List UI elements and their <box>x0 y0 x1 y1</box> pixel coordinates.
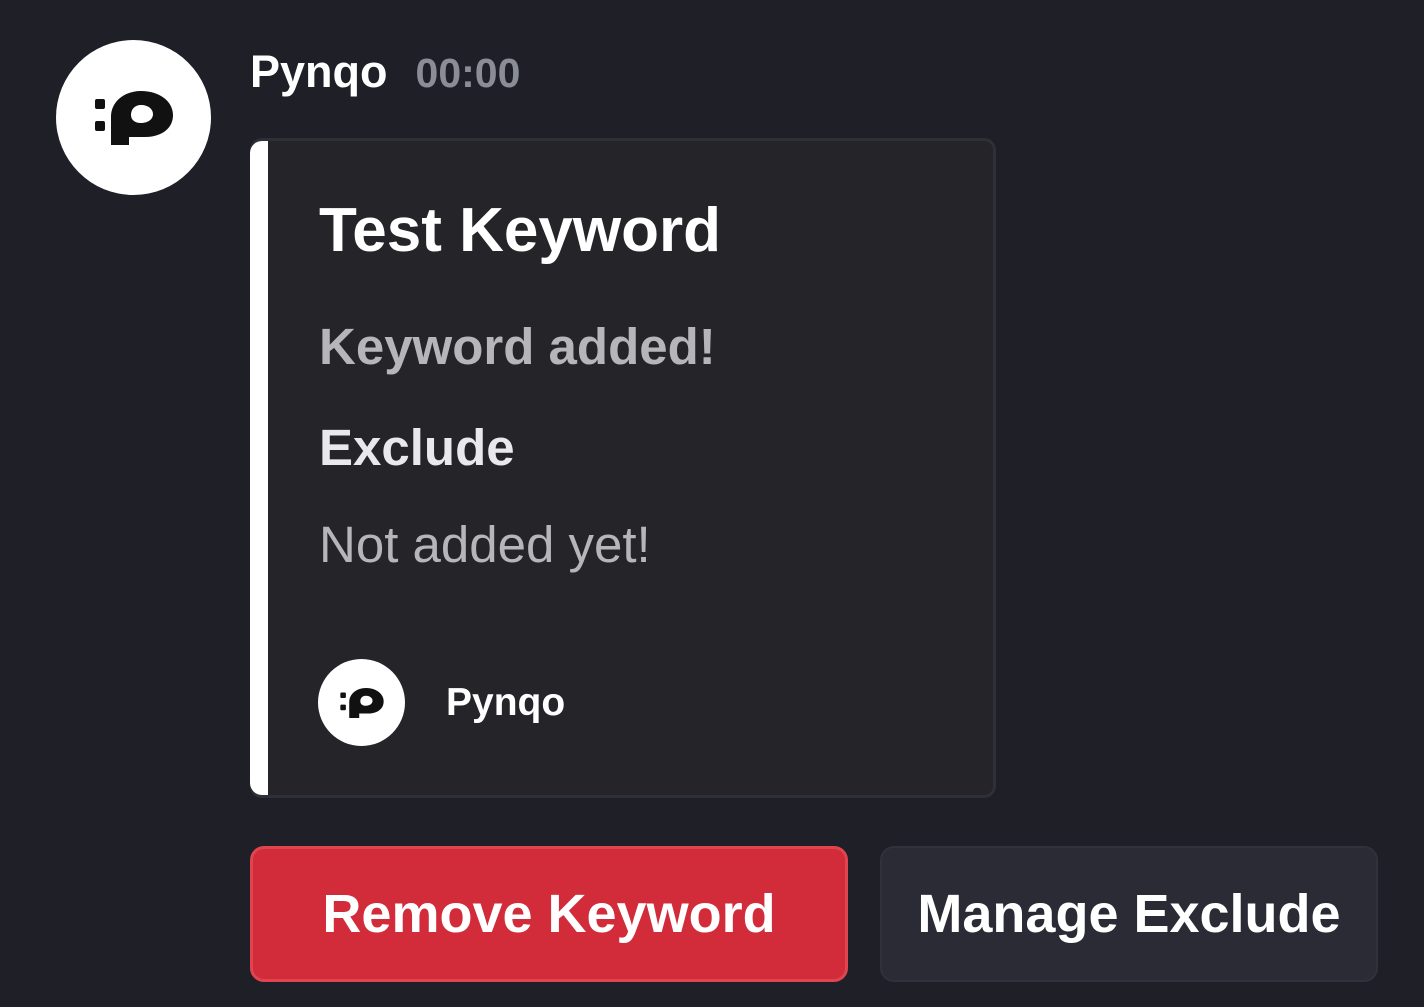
message-header: Pynqo 00:00 <box>250 40 520 104</box>
embed-card: Test Keyword Keyword added! Exclude Not … <box>250 138 996 798</box>
pynqo-logo-icon <box>339 687 384 718</box>
embed-field-value: Not added yet! <box>319 516 651 573</box>
embed-accent-bar <box>250 141 268 795</box>
author-avatar[interactable] <box>56 40 211 195</box>
embed-field-name: Exclude <box>319 419 515 476</box>
footer-avatar <box>318 659 405 746</box>
author-name[interactable]: Pynqo <box>250 40 388 104</box>
remove-keyword-button[interactable]: Remove Keyword <box>250 846 848 982</box>
pynqo-logo-icon <box>94 90 173 145</box>
embed-description: Keyword added! <box>319 318 716 375</box>
embed-footer-text: Pynqo <box>446 681 566 724</box>
embed-title: Test Keyword <box>319 196 721 265</box>
manage-exclude-button[interactable]: Manage Exclude <box>880 846 1378 982</box>
message-timestamp: 00:00 <box>415 50 521 96</box>
